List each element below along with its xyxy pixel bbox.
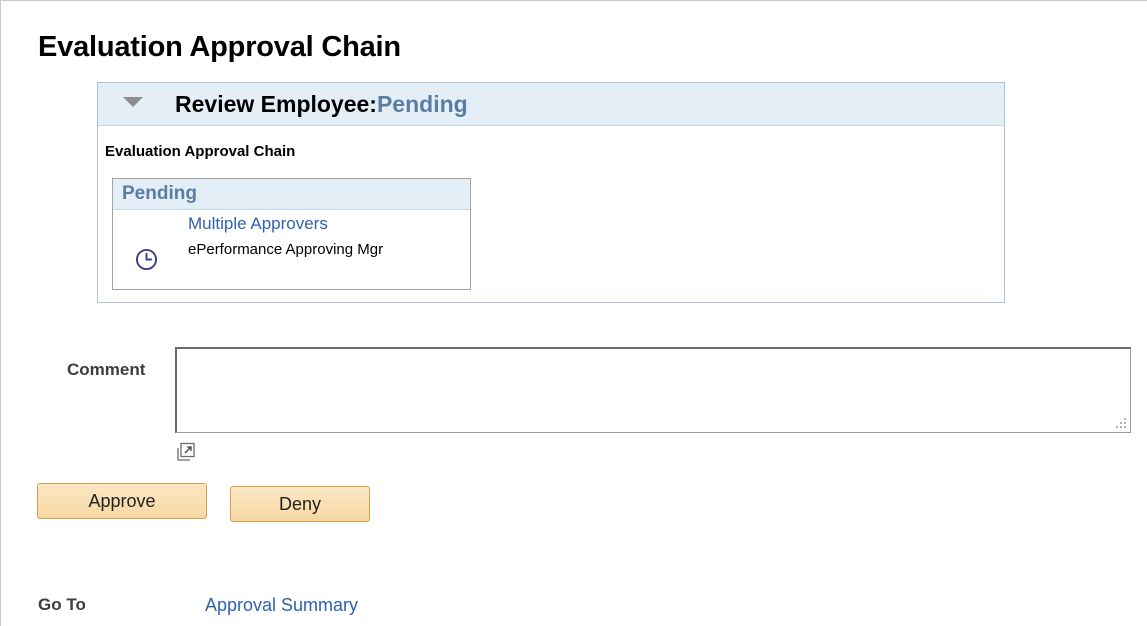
approval-step: Pending Multiple Approvers ePerformance … [112, 178, 471, 290]
stage-panel: Review Employee: Pending Evaluation Appro… [97, 82, 1005, 303]
comment-label: Comment [67, 360, 146, 379]
chain-label: Evaluation Approval Chain [105, 143, 296, 160]
multiple-approvers-link[interactable]: Multiple Approvers [188, 214, 328, 234]
resize-grip-icon[interactable] [1113, 415, 1127, 429]
approver-role: ePerformance Approving Mgr [188, 241, 384, 258]
clock-icon [135, 248, 158, 271]
expand-comment-icon[interactable] [176, 442, 196, 462]
stage-header[interactable]: Review Employee: Pending [98, 83, 1004, 126]
approval-summary-link[interactable]: Approval Summary [205, 595, 358, 616]
page-title: Evaluation Approval Chain [38, 31, 401, 63]
stage-status: Pending [376, 90, 468, 117]
stage-title: Review Employee: [175, 90, 377, 117]
collapse-triangle-icon[interactable] [123, 97, 143, 107]
deny-button[interactable]: Deny [230, 486, 370, 522]
comment-field[interactable] [175, 347, 1131, 433]
step-status: Pending [113, 179, 470, 210]
approval-page: Evaluation Approval Chain Review Employe… [0, 0, 1147, 626]
goto-label: Go To [38, 595, 86, 614]
approve-button[interactable]: Approve [37, 483, 207, 519]
